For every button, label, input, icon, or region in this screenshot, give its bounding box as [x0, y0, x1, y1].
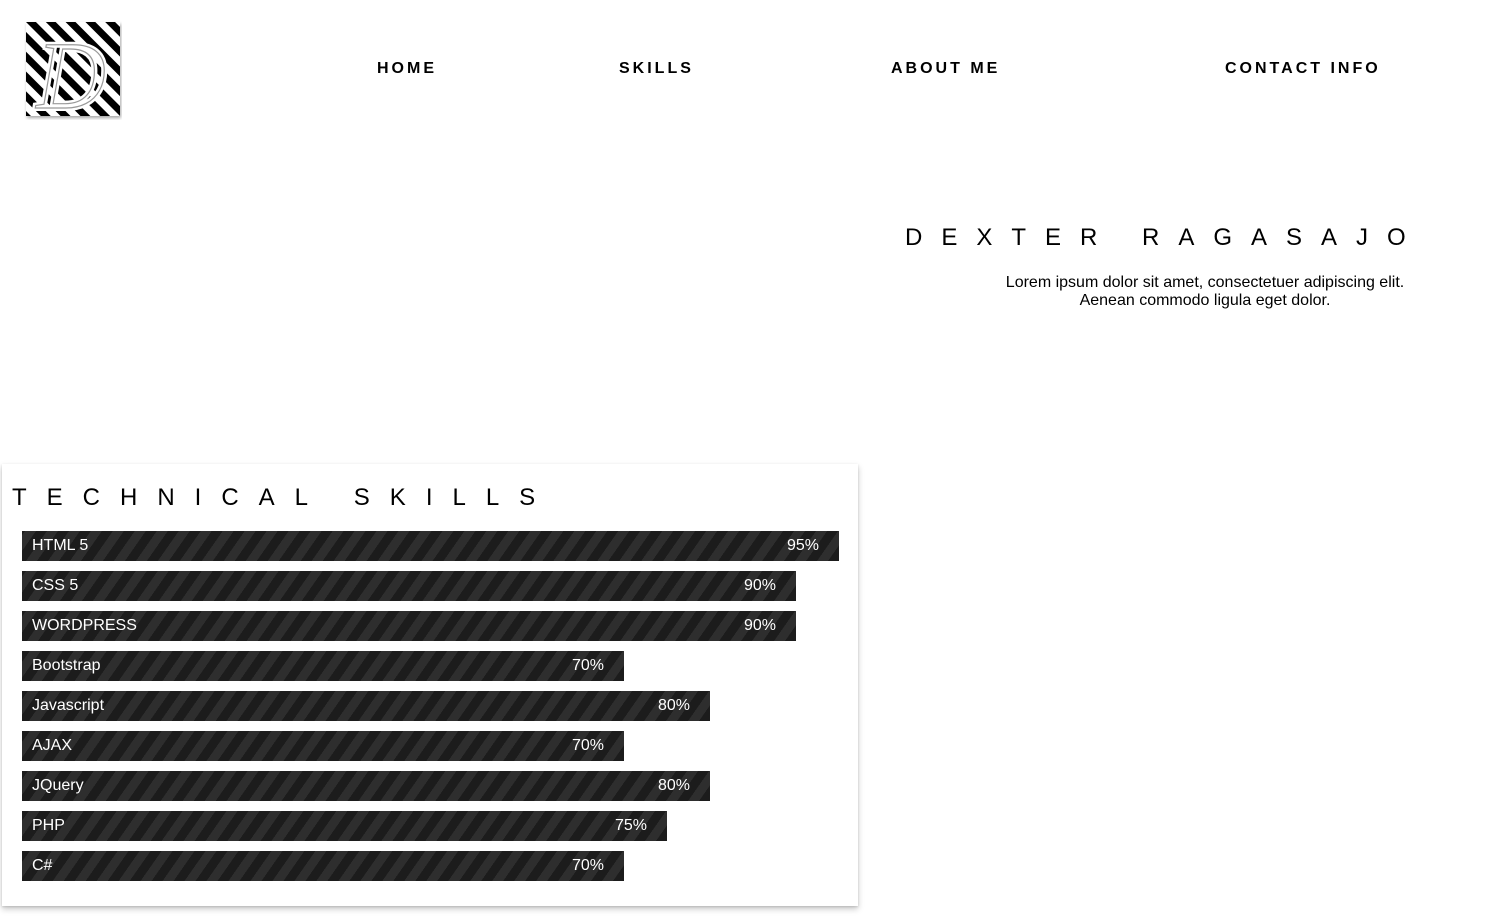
skill-row: Javascript 80%: [22, 691, 882, 721]
skill-row: C# 70%: [22, 851, 882, 881]
main-nav: HOME SKILLS ABOUT ME CONTACT INFO: [0, 60, 1492, 82]
skill-name: C#: [32, 857, 53, 874]
hero-intro: Lorem ipsum dolor sit amet, consectetuer…: [985, 274, 1425, 310]
skill-row: WORDPRESS 90%: [22, 611, 882, 641]
skills-title: TECHNICAL SKILLS: [12, 484, 556, 511]
skill-row: AJAX 70%: [22, 731, 882, 761]
skill-row: PHP 75%: [22, 811, 882, 841]
technical-skills-panel: TECHNICAL SKILLS HTML 5 95% CSS 5 90% WORDPR…: [2, 464, 858, 906]
skill-name: Javascript: [32, 697, 105, 714]
skill-bar: Javascript 80%: [22, 691, 710, 721]
skill-percent: 80%: [657, 697, 690, 714]
skill-name: JQuery: [32, 777, 84, 794]
skill-percent: 80%: [657, 777, 690, 794]
skill-percent: 90%: [743, 617, 776, 634]
skill-bar: Bootstrap 70%: [22, 651, 624, 681]
nav-home[interactable]: HOME: [377, 60, 437, 78]
skill-percent: 95%: [786, 537, 819, 554]
skill-row: JQuery 80%: [22, 771, 882, 801]
skill-bar: JQuery 80%: [22, 771, 710, 801]
skill-name: CSS 5: [32, 577, 79, 594]
skills-list: HTML 5 95% CSS 5 90% WORDPRESS 90% Bootstrap 70…: [22, 531, 882, 891]
skill-percent: 90%: [743, 577, 776, 594]
hero-name: DEXTER RAGASAJO: [905, 224, 1425, 251]
skill-percent: 70%: [571, 737, 604, 754]
skill-bar: AJAX 70%: [22, 731, 624, 761]
nav-about-me[interactable]: ABOUT ME: [891, 60, 1000, 78]
skill-percent: 70%: [571, 657, 604, 674]
skill-row: CSS 5 90%: [22, 571, 882, 601]
portfolio-page: D D HOME SKILLS ABOUT ME CONTACT INFO DE…: [0, 0, 1492, 916]
skill-row: HTML 5 95%: [22, 531, 882, 561]
hero-intro-line-2: Aenean commodo ligula eget dolor.: [1079, 292, 1331, 309]
skill-name: Bootstrap: [32, 657, 101, 674]
skill-bar: PHP 75%: [22, 811, 667, 841]
skill-bar: C# 70%: [22, 851, 624, 881]
nav-contact-info[interactable]: CONTACT INFO: [1225, 60, 1381, 78]
skill-percent: 75%: [614, 817, 647, 834]
skill-percent: 70%: [571, 857, 604, 874]
skill-bar: WORDPRESS 90%: [22, 611, 796, 641]
skill-name: WORDPRESS: [32, 617, 137, 634]
skill-row: Bootstrap 70%: [22, 651, 882, 681]
skill-name: PHP: [32, 817, 65, 834]
skill-bar: CSS 5 90%: [22, 571, 796, 601]
skill-name: AJAX: [32, 737, 73, 754]
skill-name: HTML 5: [32, 537, 89, 554]
nav-skills[interactable]: SKILLS: [619, 60, 694, 78]
skill-bar: HTML 5 95%: [22, 531, 839, 561]
hero-intro-line-1: Lorem ipsum dolor sit amet, consectetuer…: [1005, 274, 1405, 291]
